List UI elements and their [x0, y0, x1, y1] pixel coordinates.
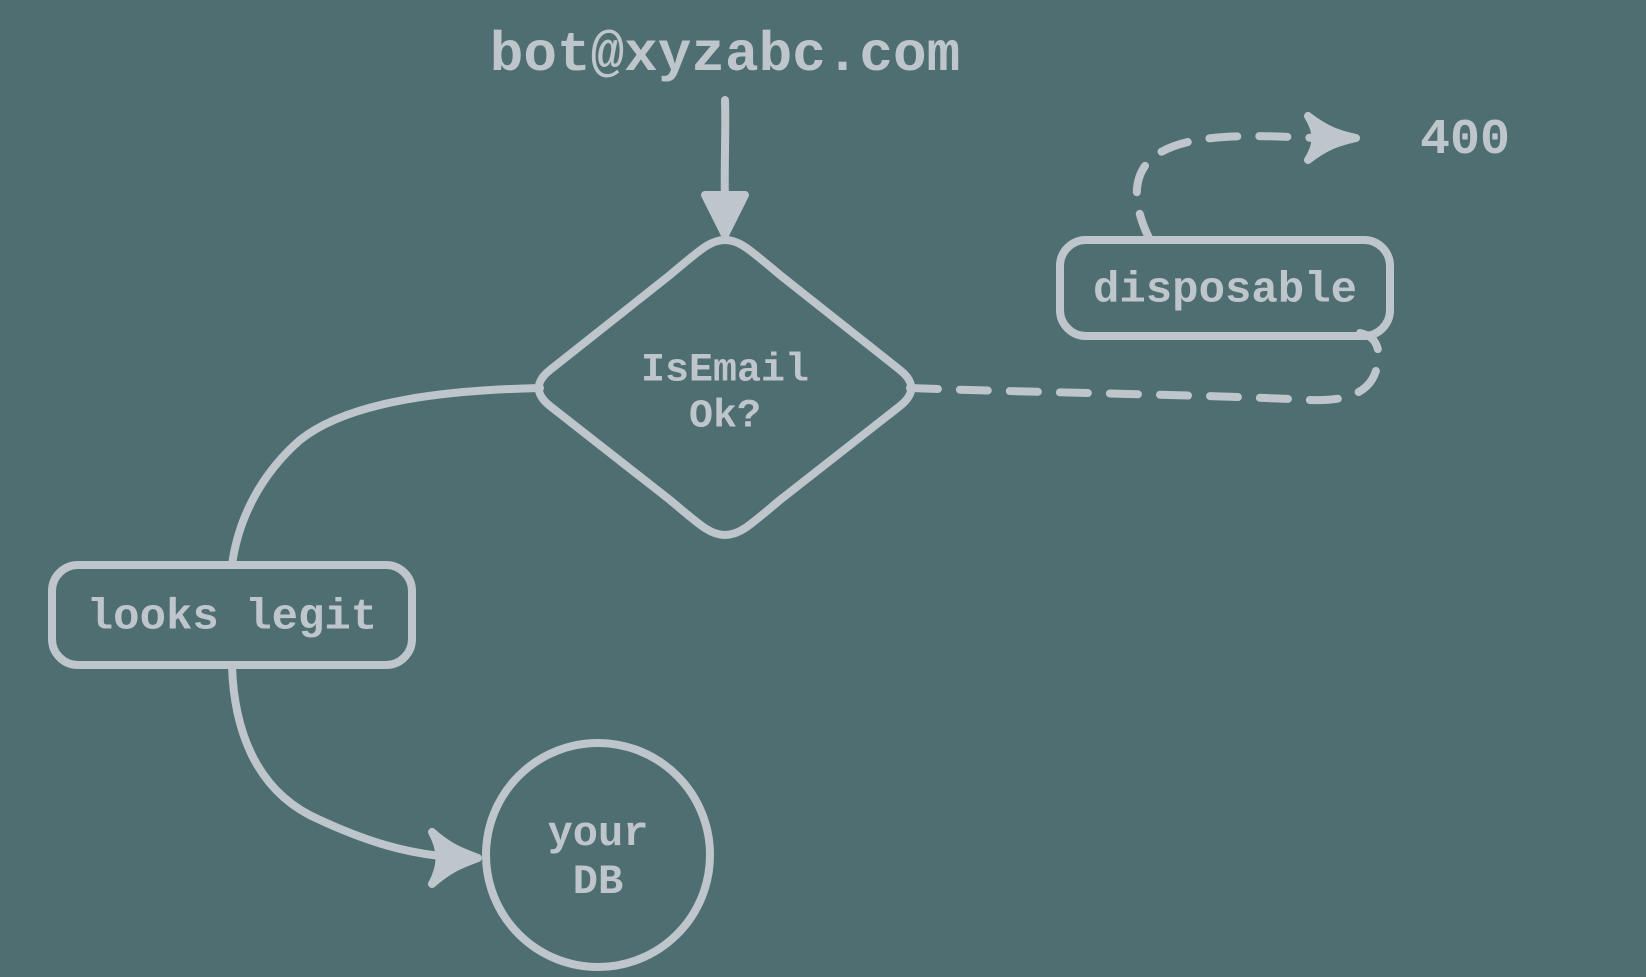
decision-diamond: IsEmail Ok? — [539, 240, 912, 535]
error-code-label: 400 — [1420, 112, 1510, 169]
legit-label: looks legit — [87, 593, 377, 643]
disposable-box: disposable — [1060, 240, 1390, 336]
email-input-label: bot@xyzabc.com — [490, 23, 960, 87]
db-circle: your DB — [486, 743, 710, 967]
edge-legit-to-db — [232, 667, 478, 884]
db-text-line1: your — [548, 810, 649, 858]
decision-text-line2: Ok? — [689, 395, 761, 440]
decision-text-line1: IsEmail — [641, 349, 809, 394]
db-text-line2: DB — [573, 858, 623, 906]
disposable-label: disposable — [1093, 266, 1357, 316]
flow-diagram: bot@xyzabc.com IsEmail Ok? looks legit y… — [0, 0, 1646, 977]
arrow-title-to-decision — [705, 100, 745, 235]
legit-box: looks legit — [52, 565, 412, 665]
edge-disposable-to-400 — [1137, 116, 1356, 240]
edge-decision-to-disposable — [910, 333, 1378, 400]
edge-decision-to-legit — [232, 388, 540, 565]
